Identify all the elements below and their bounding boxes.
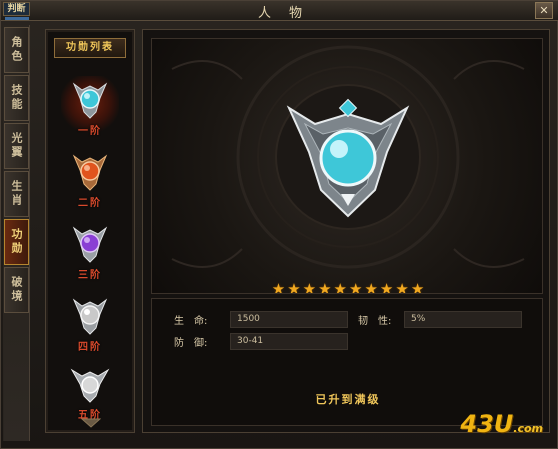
- window-title: 人物: [257, 6, 320, 21]
- medal-item-tier-3[interactable]: 三阶: [61, 220, 119, 281]
- medal-label: 一阶: [78, 126, 102, 137]
- star-rating: ★ ★ ★ ★ ★ ★ ★ ★ ★ ★: [152, 279, 542, 294]
- star-icon: ★: [271, 280, 286, 294]
- defense-value: 30-41: [230, 333, 348, 350]
- title-bar: 判断 人物 ✕: [1, 1, 558, 21]
- medal-tier-3-icon: [72, 226, 108, 263]
- medal-detail-panel: ★ ★ ★ ★ ★ ★ ★ ★ ★ ★ 生 命: 1500 韧 性: 5% 防 御: 30-41 …: [142, 29, 550, 433]
- star-icon: ★: [379, 280, 394, 294]
- site-watermark-logo: 43U.com: [460, 410, 543, 438]
- star-icon: ★: [302, 280, 317, 294]
- tab-skills[interactable]: 技能: [4, 75, 29, 121]
- star-icon: ★: [364, 280, 378, 294]
- life-label: 生 命:: [174, 316, 208, 327]
- medal-list-panel: 功勋列表 一阶 二阶 三阶 四阶 五阶: [45, 29, 135, 433]
- star-icon: ★: [349, 280, 363, 294]
- medal-tier-2-icon: [72, 154, 108, 191]
- toughness-label: 韧 性:: [358, 316, 392, 327]
- medal-item-tier-1[interactable]: 一阶: [61, 76, 119, 137]
- scroll-down-arrow-icon[interactable]: [81, 418, 101, 428]
- medal-item-tier-4[interactable]: 四阶: [61, 292, 119, 353]
- medal-label: 四阶: [78, 342, 102, 353]
- tab-zodiac[interactable]: 生肖: [4, 171, 29, 217]
- star-icon: ★: [395, 280, 409, 294]
- tab-breakthrough[interactable]: 破境: [4, 267, 29, 313]
- medal-tier-1-icon: [72, 82, 108, 119]
- side-tabs: 角色 技能 光翼 生肖 功勋 破境: [3, 25, 30, 441]
- medal-tier-5-icon: [70, 368, 110, 403]
- max-level-status: 已升到满级: [315, 393, 381, 406]
- toughness-value: 5%: [404, 311, 522, 328]
- close-button[interactable]: ✕: [535, 2, 553, 19]
- medal-label: 三阶: [78, 270, 102, 281]
- tab-merit[interactable]: 功勋: [4, 219, 29, 265]
- tab-filler: [4, 325, 29, 441]
- medal-item-tier-2[interactable]: 二阶: [61, 148, 119, 209]
- star-icon: ★: [318, 280, 332, 294]
- tab-character[interactable]: 角色: [4, 27, 29, 73]
- large-medal-icon: [286, 98, 410, 218]
- stats-panel: 生 命: 1500 韧 性: 5% 防 御: 30-41 已升到满级: [151, 298, 543, 426]
- defense-label: 防 御:: [174, 338, 208, 349]
- tab-wings[interactable]: 光翼: [4, 123, 29, 169]
- medal-showcase: ★ ★ ★ ★ ★ ★ ★ ★ ★ ★: [151, 38, 543, 294]
- medal-item-tier-5[interactable]: 五阶: [61, 360, 119, 421]
- star-icon: ★: [410, 280, 425, 294]
- star-icon: ★: [333, 280, 347, 294]
- medal-list-header: 功勋列表: [54, 38, 126, 58]
- medal-tier-4-icon: [72, 298, 108, 335]
- star-icon: ★: [287, 280, 301, 294]
- medal-label: 二阶: [78, 198, 102, 209]
- character-window: 判断 人物 ✕ 角色 技能 光翼 生肖 功勋 破境 功勋列表 一阶 二阶 三阶 …: [0, 0, 558, 449]
- life-value: 1500: [230, 311, 348, 328]
